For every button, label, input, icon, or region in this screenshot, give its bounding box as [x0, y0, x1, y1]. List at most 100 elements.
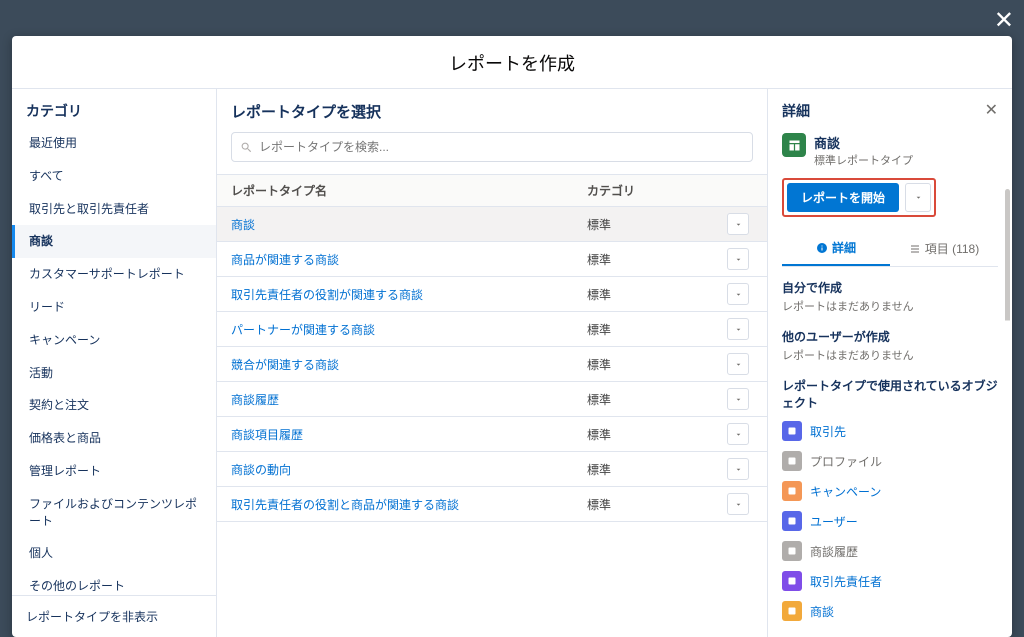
- sidebar-item-7[interactable]: 活動: [12, 357, 216, 390]
- selected-report-type-subtitle: 標準レポートタイプ: [814, 152, 913, 168]
- scrollbar[interactable]: [1005, 189, 1010, 627]
- report-type-category: 標準: [587, 251, 727, 268]
- object-item[interactable]: プロファイル: [782, 451, 998, 471]
- table-row[interactable]: 商談の動向標準: [217, 452, 767, 487]
- tab-fields[interactable]: 項目 (118): [890, 231, 998, 266]
- table-row[interactable]: パートナーが関連する商談 標準: [217, 312, 767, 347]
- details-heading: 詳細: [782, 101, 810, 121]
- report-type-link[interactable]: 競合が関連する商談: [231, 358, 339, 372]
- hide-report-types-link[interactable]: レポートタイプを非表示: [12, 595, 216, 637]
- opportunity-icon: [782, 133, 806, 157]
- sidebar-heading: カテゴリ: [12, 89, 216, 127]
- report-type-category: 標準: [587, 321, 727, 338]
- details-panel: 詳細 ✕ 商談 標準レポートタイプ レポートを開始: [768, 89, 1012, 637]
- list-icon: [909, 243, 921, 255]
- sidebar-item-8[interactable]: 契約と注文: [12, 389, 216, 422]
- table-row[interactable]: 商談項目履歴標準: [217, 417, 767, 452]
- sidebar-item-10[interactable]: 管理レポート: [12, 455, 216, 488]
- row-action-menu[interactable]: [727, 248, 749, 270]
- sidebar-item-5[interactable]: リード: [12, 291, 216, 324]
- object-link[interactable]: 商談: [810, 603, 834, 620]
- report-type-panel: レポートタイプを選択 レポートタイプ名 カテゴリ 商談標準商品が関連する商談標準…: [217, 89, 768, 637]
- column-category-header: カテゴリ: [587, 182, 727, 199]
- section-used-objects: レポートタイプで使用されているオブジェクト: [782, 377, 998, 411]
- object-link[interactable]: 取引先責任者: [810, 573, 882, 590]
- details-close-icon[interactable]: ✕: [985, 103, 998, 119]
- report-type-link[interactable]: 商談項目履歴: [231, 428, 303, 442]
- sidebar-item-12[interactable]: 個人: [12, 537, 216, 570]
- report-type-link[interactable]: 商談の動向: [231, 463, 291, 477]
- sidebar-item-3[interactable]: 商談: [12, 225, 216, 258]
- object-item[interactable]: ユーザー: [782, 511, 998, 531]
- table-row[interactable]: 商談標準: [217, 207, 767, 242]
- chevron-down-icon: [734, 465, 743, 474]
- object-link[interactable]: プロファイル: [810, 453, 882, 470]
- chevron-down-icon: [734, 500, 743, 509]
- table-row[interactable]: 取引先責任者の役割と商品が関連する商談 標準: [217, 487, 767, 522]
- table-row[interactable]: 取引先責任者の役割が関連する商談標準: [217, 277, 767, 312]
- object-icon: [782, 451, 802, 471]
- object-link[interactable]: キャンペーン: [810, 483, 881, 500]
- report-type-link[interactable]: パートナーが関連する商談: [231, 323, 375, 337]
- report-type-category: 標準: [587, 391, 727, 408]
- row-action-menu[interactable]: [727, 353, 749, 375]
- sidebar-item-11[interactable]: ファイルおよびコンテンツレポート: [12, 488, 216, 538]
- object-item[interactable]: 商談履歴: [782, 541, 998, 561]
- object-icon: [782, 481, 802, 501]
- search-report-types[interactable]: [231, 132, 753, 162]
- start-report-button[interactable]: レポートを開始: [787, 183, 899, 212]
- chevron-down-icon: [734, 395, 743, 404]
- sidebar-item-9[interactable]: 価格表と商品: [12, 422, 216, 455]
- report-type-link[interactable]: 商談: [231, 218, 255, 232]
- object-item[interactable]: 商談: [782, 601, 998, 621]
- object-icon: [782, 601, 802, 621]
- table-row[interactable]: 商品が関連する商談 標準: [217, 242, 767, 277]
- object-link[interactable]: ユーザー: [810, 513, 858, 530]
- modal-outer-close-icon[interactable]: ✕: [994, 6, 1014, 35]
- table-row[interactable]: 商談履歴 標準: [217, 382, 767, 417]
- object-icon: [782, 571, 802, 591]
- object-icon: [782, 541, 802, 561]
- object-item[interactable]: キャンペーン: [782, 481, 998, 501]
- object-icon: [782, 511, 802, 531]
- search-input[interactable]: [259, 140, 744, 154]
- chevron-down-icon: [734, 290, 743, 299]
- report-type-link[interactable]: 商品が関連する商談: [231, 253, 339, 267]
- start-report-dropdown[interactable]: [905, 183, 931, 212]
- report-type-link[interactable]: 取引先責任者の役割が関連する商談: [231, 288, 423, 302]
- row-action-menu[interactable]: [727, 213, 749, 235]
- sidebar-item-2[interactable]: 取引先と取引先責任者: [12, 193, 216, 226]
- sidebar-item-13[interactable]: その他のレポート: [12, 570, 216, 595]
- table-row[interactable]: 競合が関連する商談 標準: [217, 347, 767, 382]
- object-link[interactable]: 商談履歴: [810, 543, 858, 560]
- object-item[interactable]: 取引先責任者: [782, 571, 998, 591]
- section-others-text: レポートはまだありません: [782, 347, 998, 363]
- row-action-menu[interactable]: [727, 423, 749, 445]
- section-others-created: 他のユーザーが作成: [782, 328, 998, 345]
- report-type-category: 標準: [587, 356, 727, 373]
- row-action-menu[interactable]: [727, 283, 749, 305]
- modal-title: レポートを作成: [12, 36, 1012, 89]
- row-action-menu[interactable]: [727, 493, 749, 515]
- object-item[interactable]: 取引先: [782, 421, 998, 441]
- row-action-menu[interactable]: [727, 458, 749, 480]
- report-type-category: 標準: [587, 496, 727, 513]
- row-action-menu[interactable]: [727, 388, 749, 410]
- section-self-text: レポートはまだありません: [782, 298, 998, 314]
- panel-title: レポートタイプを選択: [231, 101, 753, 122]
- sidebar-item-1[interactable]: すべて: [12, 160, 216, 193]
- report-type-link[interactable]: 商談履歴: [231, 393, 279, 407]
- search-icon: [240, 141, 253, 154]
- report-type-link[interactable]: 取引先責任者の役割と商品が関連する商談: [231, 498, 459, 512]
- start-report-highlight: レポートを開始: [782, 178, 936, 217]
- tab-details[interactable]: 詳細: [782, 231, 890, 266]
- sidebar-item-0[interactable]: 最近使用: [12, 127, 216, 160]
- chevron-down-icon: [914, 193, 923, 202]
- column-name-header: レポートタイプ名: [231, 182, 587, 199]
- chevron-down-icon: [734, 360, 743, 369]
- info-icon: [816, 242, 828, 254]
- object-link[interactable]: 取引先: [810, 423, 846, 440]
- row-action-menu[interactable]: [727, 318, 749, 340]
- sidebar-item-6[interactable]: キャンペーン: [12, 324, 216, 357]
- sidebar-item-4[interactable]: カスタマーサポートレポート: [12, 258, 216, 291]
